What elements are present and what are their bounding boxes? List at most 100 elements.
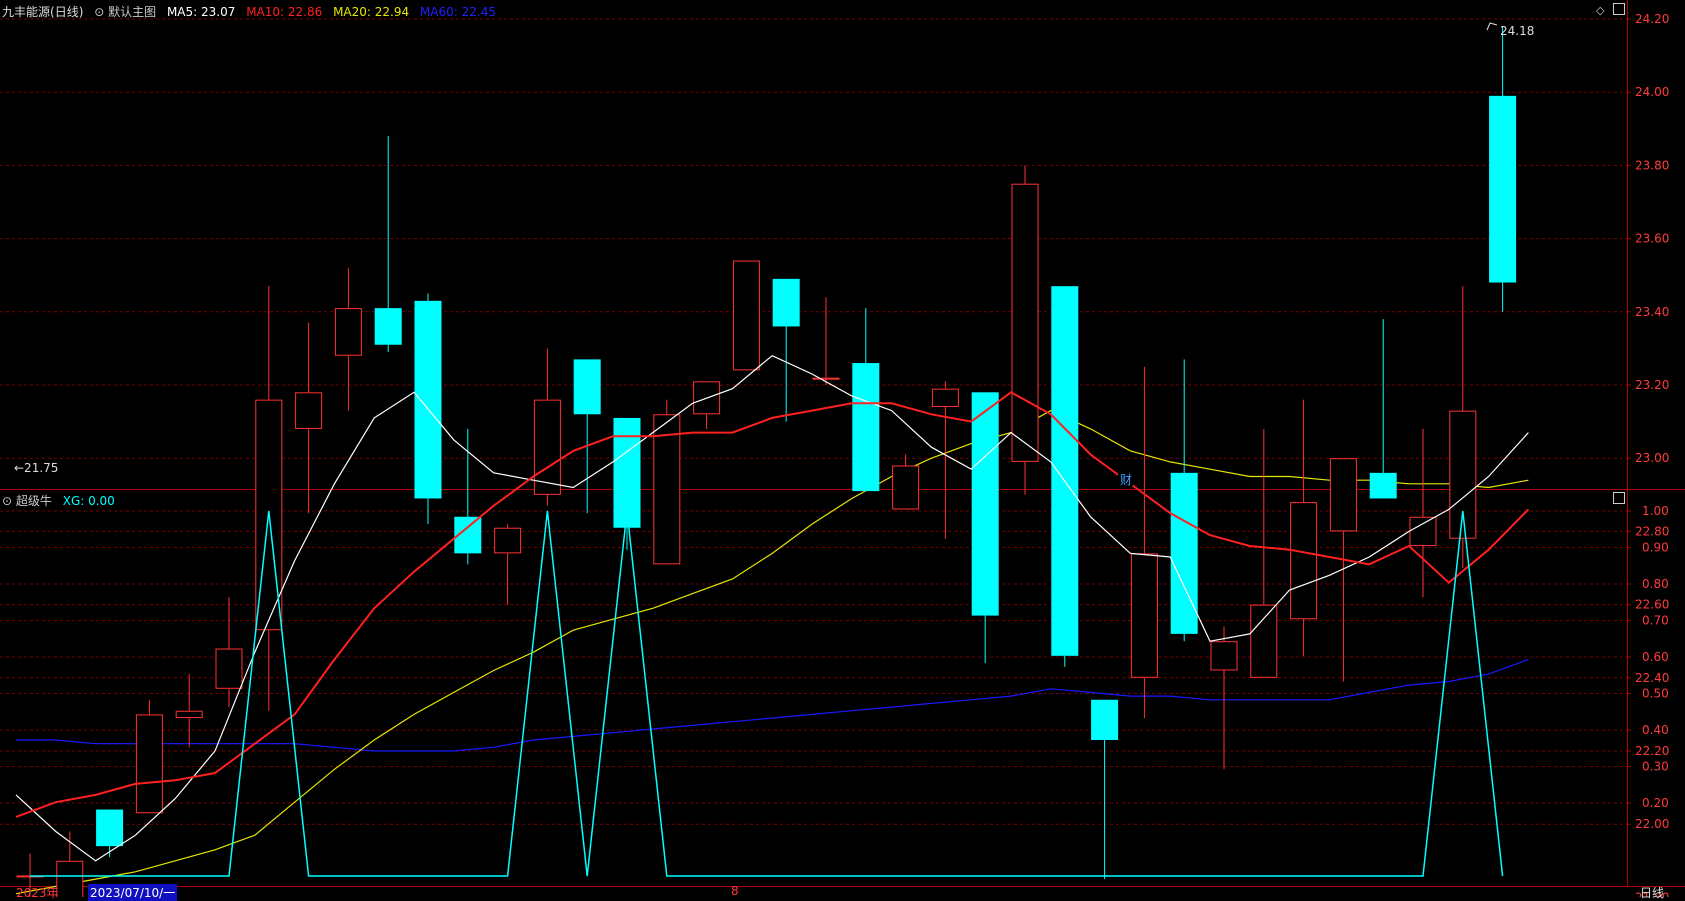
candle-body: [295, 392, 323, 429]
indicator-tick-label: 0.30: [1642, 760, 1669, 774]
candle: [732, 260, 760, 371]
financial-report-tag[interactable]: 财: [1120, 473, 1132, 487]
ma20-path: [15, 409, 1529, 895]
candle: [1409, 428, 1437, 598]
candle-body: [374, 308, 402, 345]
candle: [1329, 458, 1357, 682]
price-tick-label: 22.60: [1635, 598, 1669, 612]
candle-body: [1011, 183, 1039, 462]
indicator-tick-label: 0.60: [1642, 650, 1669, 664]
candle: [1210, 626, 1238, 770]
indicator-name[interactable]: ⊙ 超级牛: [2, 494, 52, 508]
candle-body: [852, 363, 880, 492]
candle-body: [215, 648, 243, 689]
stock-name[interactable]: 九丰能源(日线): [2, 5, 83, 19]
candle: [334, 267, 362, 411]
candle-body: [653, 414, 681, 565]
indicator-tick-label: 0.80: [1642, 577, 1669, 591]
ma60-line: [16, 658, 1529, 752]
candle-body: [1091, 699, 1119, 741]
price-tick-label: 23.80: [1635, 158, 1669, 172]
candle-body: [573, 359, 601, 415]
ma5-value: MA5: 23.07: [166, 5, 236, 19]
candle: [255, 286, 283, 711]
candle-body: [96, 809, 124, 847]
month-label: 8: [731, 884, 739, 898]
ma60-path: [16, 658, 1529, 752]
candle-body: [772, 278, 800, 327]
price-tick-label: 23.20: [1635, 378, 1669, 392]
candle-body: [56, 860, 84, 897]
candle-body: [931, 388, 959, 407]
candle-body: [494, 527, 522, 554]
candle-body: [1130, 553, 1158, 678]
candle: [1091, 699, 1119, 880]
price-tick-label: 23.40: [1635, 305, 1669, 319]
year-label: 2023年: [16, 886, 59, 900]
candle-body: [1409, 516, 1437, 547]
stock-chart-canvas[interactable]: 21.8022.0022.2022.4022.6022.8023.0023.20…: [0, 0, 1685, 897]
indicator-tick-label: 0.20: [1642, 796, 1669, 810]
candle: [971, 392, 999, 664]
candle: [1369, 319, 1397, 499]
maximize-icon[interactable]: [1613, 3, 1625, 15]
candle: [175, 674, 203, 748]
price-tick-label: 22.40: [1635, 671, 1669, 685]
template-menu[interactable]: ⊙ 默认主图: [94, 5, 156, 19]
candle-body: [533, 399, 561, 495]
price-tick-label: 22.00: [1635, 817, 1669, 831]
candle-body: [1250, 604, 1278, 678]
ma20-line: [15, 409, 1529, 895]
candle-body: [414, 300, 442, 499]
ma10-value: MA10: 22.86: [246, 5, 323, 19]
panel-borders: [0, 0, 1685, 887]
high-price-label: 24.18: [1500, 24, 1534, 38]
candle-body: [1210, 641, 1238, 671]
candle: [1130, 366, 1158, 719]
candle: [494, 524, 522, 605]
main-chart-header: 九丰能源(日线) ⊙ 默认主图 MA5: 23.07 MA10: 22.86 M…: [2, 3, 503, 20]
candle-body: [175, 710, 203, 719]
candle: [96, 809, 124, 858]
candle-body: [1329, 458, 1357, 532]
ma60-value: MA60: 22.45: [419, 5, 496, 19]
xg-value: XG: 0.00: [62, 494, 115, 508]
diamond-icon[interactable]: ◇: [1596, 4, 1604, 17]
indicator-header: ⊙ 超级牛 XG: 0.00: [2, 492, 122, 509]
candle: [573, 359, 601, 514]
candle-body: [1290, 502, 1318, 620]
candle: [135, 699, 163, 814]
price-tick-label: 23.00: [1635, 451, 1669, 465]
low-price-label: ←21.75: [14, 461, 58, 475]
candle: [454, 428, 482, 565]
indicator-tick-label: 0.90: [1642, 541, 1669, 555]
indicator-maximize-icon[interactable]: [1613, 492, 1625, 504]
indicator-grid: [0, 510, 1627, 804]
candle-body: [1051, 286, 1079, 656]
candle: [1250, 428, 1278, 678]
period-button[interactable]: 日线: [1640, 884, 1664, 901]
indicator-tick-label: 0.40: [1642, 723, 1669, 737]
indicator-axis: 0.20 0.30 0.40 0.50 0.60 0.70 0.80 0.90 1.00: [1627, 504, 1669, 810]
candle-body: [334, 308, 362, 356]
candle: [215, 597, 243, 708]
ma20-value: MA20: 22.94: [333, 5, 410, 19]
candle-body: [1369, 472, 1397, 499]
candle-body: [812, 377, 840, 380]
price-tick-label: 22.20: [1635, 744, 1669, 758]
candle-body: [1489, 95, 1517, 283]
xg-indicator-line: [30, 510, 1504, 877]
high-annotation: 24.18: [1486, 22, 1534, 38]
indicator-tick-label: 0.50: [1642, 687, 1669, 701]
price-tick-label: 24.20: [1635, 12, 1669, 26]
candle-body: [1449, 410, 1477, 539]
indicator-tick-label: 0.70: [1642, 614, 1669, 628]
indicator-tick-label: 1.00: [1642, 504, 1669, 518]
candle-body: [1170, 472, 1198, 634]
candle: [1489, 26, 1517, 312]
price-tick-label: 24.00: [1635, 85, 1669, 99]
candle: [693, 381, 721, 429]
candle-body: [971, 392, 999, 616]
candle: [295, 322, 323, 514]
candle: [1449, 286, 1477, 568]
